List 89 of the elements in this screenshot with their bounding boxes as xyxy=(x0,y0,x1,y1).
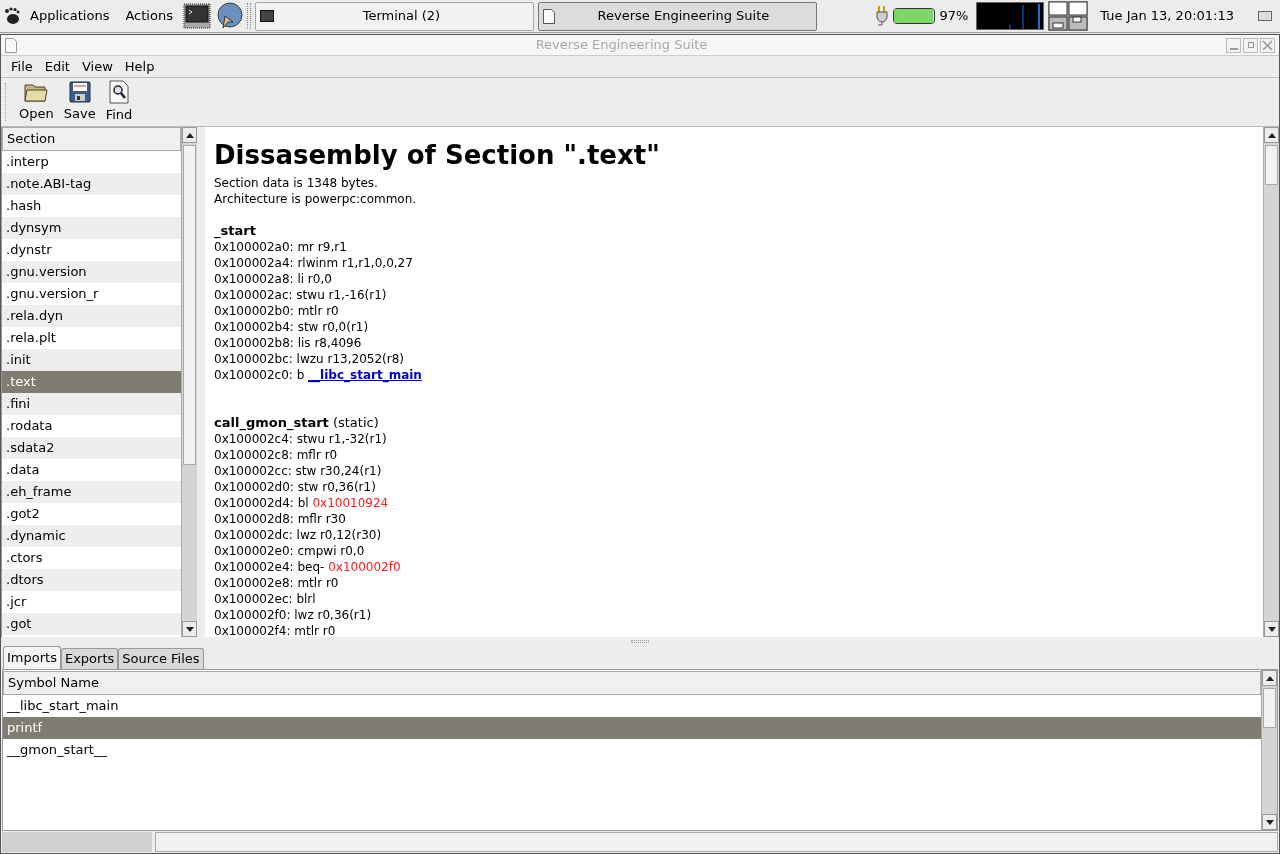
battery-percent: 97% xyxy=(939,7,969,26)
down-arrow-icon xyxy=(1267,626,1276,632)
section-info: Section data is 1348 bytes. xyxy=(214,175,379,191)
instruction-line: 0x100002bc: lwzu r13,2052(r8) xyxy=(214,351,405,367)
close-button[interactable] xyxy=(1260,37,1275,53)
instruction-line: 0x100002a8: li r0,0 xyxy=(214,271,333,287)
instruction-line: 0x100002cc: stw r30,24(r1) xyxy=(214,463,383,479)
disassembly-heading: Dissasembly of Section ".text" xyxy=(214,139,661,171)
instruction-line: 0x100002b4: stw r0,0(r1) xyxy=(214,319,370,335)
section-row[interactable]: .text xyxy=(2,371,181,393)
section-row[interactable]: .got xyxy=(2,613,181,635)
section-info: Architecture is powerpc:common. xyxy=(214,191,418,207)
globe-icon[interactable] xyxy=(214,2,243,30)
close-icon xyxy=(1262,39,1273,51)
tab[interactable]: Imports xyxy=(3,646,61,669)
workspace-switcher-icon[interactable] xyxy=(1048,1,1089,31)
document-icon xyxy=(542,8,555,24)
instruction-line: 0x100002c4: stwu r1,-32(r1) xyxy=(214,431,388,447)
scrollbar[interactable] xyxy=(181,127,197,637)
panel-clock[interactable]: Tue Jan 13, 20:01:13 xyxy=(1092,6,1242,26)
foot-icon[interactable] xyxy=(4,7,20,25)
function-name: call_gmon_start xyxy=(214,415,329,430)
section-row[interactable]: .init xyxy=(2,349,181,371)
tab[interactable]: Exports xyxy=(60,648,119,669)
cpu-graph-icon xyxy=(976,2,1045,30)
instruction-line: 0x100002b0: mtlr r0 xyxy=(214,303,340,319)
instruction-line: 0x100002d4: bl 0x10010924 xyxy=(214,495,390,511)
magnifier-document-icon xyxy=(107,79,130,104)
power-plug-icon xyxy=(875,5,890,27)
terminal-icon xyxy=(259,10,274,22)
menu-item[interactable]: View xyxy=(75,56,119,77)
symbol-row[interactable]: printf xyxy=(3,717,1261,739)
function-note: (static) xyxy=(331,415,379,430)
toolbar-button[interactable]: Open xyxy=(16,80,57,124)
section-row[interactable]: .note.ABI-tag xyxy=(2,173,181,195)
section-row[interactable]: .dynamic xyxy=(2,525,181,547)
section-row[interactable]: .eh_frame xyxy=(2,481,181,503)
minimize-button[interactable] xyxy=(1226,37,1241,53)
instruction-line: 0x100002e4: beq- 0x100002f0 xyxy=(214,559,402,575)
instruction-line: 0x100002b8: lis r8,4096 xyxy=(214,335,363,351)
monitor-icon[interactable] xyxy=(1258,10,1272,22)
scrollbar-thumb[interactable] xyxy=(1263,688,1276,728)
up-arrow-icon xyxy=(1265,675,1274,681)
function-name: _start xyxy=(214,223,256,238)
section-row[interactable]: .rela.dyn xyxy=(2,305,181,327)
instruction-line: 0x100002e8: mtlr r0 xyxy=(214,575,340,591)
instruction-line: 0x100002dc: lwz r0,12(r30) xyxy=(214,527,383,543)
instruction-line: 0x100002c0: b __libc_start_main xyxy=(214,367,423,383)
address-reference[interactable]: 0x100002f0 xyxy=(328,560,401,574)
terminal-icon[interactable] xyxy=(182,3,211,29)
panel-menu[interactable]: Applications xyxy=(24,6,116,26)
section-row[interactable]: .dtors xyxy=(2,569,181,591)
taskbar-button[interactable]: Terminal (2) xyxy=(254,1,534,31)
instruction-line: 0x100002ec: blrl xyxy=(214,591,317,607)
up-arrow-icon xyxy=(1267,132,1276,138)
symbol-link[interactable]: __libc_start_main xyxy=(308,368,422,382)
instruction-line: 0x100002e0: cmpwi r0,0 xyxy=(214,543,366,559)
toolbar-button[interactable]: Find xyxy=(102,79,136,125)
scrollbar-thumb[interactable] xyxy=(1265,145,1278,185)
panel-menu[interactable]: Actions xyxy=(119,6,179,26)
instruction-line: 0x100002d0: stw r0,36(r1) xyxy=(214,479,377,495)
scrollbar[interactable] xyxy=(1263,127,1279,637)
instruction-line: 0x100002f0: lwz r0,36(r1) xyxy=(214,607,373,623)
instruction-line: 0x100002a0: mr r9,r1 xyxy=(214,239,348,255)
address-reference[interactable]: 0x10010924 xyxy=(312,496,389,510)
section-row[interactable]: .gnu.version xyxy=(2,261,181,283)
up-arrow-icon xyxy=(185,132,194,138)
column-header[interactable]: Symbol Name xyxy=(3,671,1261,695)
menu-item[interactable]: Help xyxy=(118,56,161,77)
window-title: Reverse Engineering Suite xyxy=(534,36,709,55)
instruction-line: 0x100002d8: mflr r30 xyxy=(214,511,347,527)
tab[interactable]: Source Files xyxy=(118,648,204,669)
instruction-line: 0x100002ac: stwu r1,-16(r1) xyxy=(214,287,388,303)
column-header[interactable]: Section xyxy=(2,127,181,151)
down-arrow-icon xyxy=(1265,819,1274,825)
instruction-line: 0x100002f4: mtlr r0 xyxy=(214,623,337,637)
toolbar-button[interactable]: Save xyxy=(60,80,99,124)
menu-item[interactable]: File xyxy=(5,56,39,77)
instruction-line: 0x100002c8: mflr r0 xyxy=(214,447,339,463)
section-row[interactable]: .dynsym xyxy=(2,217,181,239)
scrollbar[interactable] xyxy=(1261,670,1277,830)
scrollbar-thumb[interactable] xyxy=(183,145,196,465)
down-arrow-icon xyxy=(185,626,194,632)
menu-item[interactable]: Edit xyxy=(38,56,76,77)
maximize-button[interactable] xyxy=(1243,37,1258,53)
instruction-line: 0x100002a4: rlwinm r1,r1,0,0,27 xyxy=(214,255,414,271)
taskbar-button[interactable]: Reverse Engineering Suite xyxy=(537,1,817,31)
section-row[interactable]: .fini xyxy=(2,393,181,415)
section-row[interactable]: .sdata2 xyxy=(2,437,181,459)
